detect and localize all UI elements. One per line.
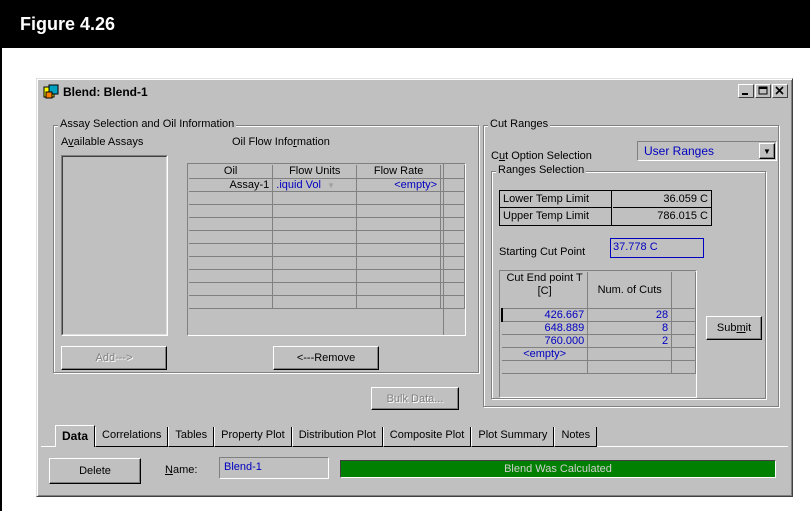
cut-ranges-legend: Cut Ranges bbox=[488, 118, 551, 130]
table-row[interactable]: <empty> bbox=[502, 347, 696, 361]
cut-option-dropdown[interactable]: User Ranges ▼ bbox=[637, 141, 777, 161]
maximize-icon bbox=[758, 86, 768, 95]
cut-end-cell[interactable]: <empty> bbox=[502, 347, 589, 361]
tab-plot-summary[interactable]: Plot Summary bbox=[471, 427, 555, 447]
available-assays-label: Available Assays bbox=[61, 136, 144, 148]
add-button[interactable]: Add---> bbox=[61, 346, 167, 370]
col-header-num-cuts: Num. of Cuts bbox=[587, 272, 673, 309]
name-label: Name: bbox=[165, 464, 198, 476]
cut-end-cell[interactable] bbox=[502, 360, 589, 374]
table-row[interactable]: Assay-1 .iquid Vol ▼ <empty> bbox=[189, 178, 465, 192]
table-row[interactable] bbox=[189, 230, 465, 244]
starting-cut-label: Starting Cut Point bbox=[499, 246, 586, 258]
tab-notes[interactable]: Notes bbox=[554, 427, 598, 447]
dropdown-arrow-icon: ▼ bbox=[326, 180, 335, 190]
num-cuts-cell[interactable] bbox=[587, 360, 673, 374]
tab-correlations[interactable]: Correlations bbox=[95, 427, 169, 447]
tab-data[interactable]: Data bbox=[55, 425, 96, 447]
submit-button[interactable]: Sub m it bbox=[706, 316, 762, 340]
table-row[interactable] bbox=[189, 295, 465, 309]
table-row[interactable] bbox=[502, 360, 696, 374]
ranges-selection-group: Ranges Selection Lower Temp Limit 36.059… bbox=[491, 164, 766, 399]
oil-flow-table[interactable]: Oil Flow Units Flow Rate Assay-1 .iquid … bbox=[187, 163, 466, 336]
cut-option-value: User Ranges bbox=[644, 144, 715, 158]
tab-composite-plot[interactable]: Composite Plot bbox=[382, 427, 472, 447]
col-header-flow-rate: Flow Rate bbox=[356, 165, 442, 179]
table-row[interactable]: 760.000 2 bbox=[502, 334, 696, 348]
minimize-button[interactable] bbox=[738, 84, 754, 98]
bulk-data-button[interactable]: Bulk Data... bbox=[371, 387, 459, 410]
table-row[interactable]: 426.667 28 bbox=[501, 308, 696, 322]
col-header-oil: Oil bbox=[189, 165, 274, 179]
num-cuts-cell[interactable]: 28 bbox=[587, 308, 673, 322]
table-row[interactable] bbox=[189, 282, 465, 296]
name-input[interactable]: Blend-1 bbox=[219, 457, 329, 479]
table-scroll-column bbox=[443, 164, 465, 335]
figure-header: Figure 4.26 bbox=[0, 0, 810, 48]
upper-temp-label: Upper Temp Limit bbox=[500, 208, 612, 225]
blend-window: Blend: Blend-1 Assay Selection and Oil I… bbox=[36, 78, 793, 497]
figure-title: Figure 4.26 bbox=[20, 14, 116, 34]
cut-points-table[interactable]: Cut End point T [C] Num. of Cuts 426.667… bbox=[499, 270, 697, 398]
col-header-cut-end-point: Cut End point T [C] bbox=[502, 272, 589, 309]
tab-property-plot[interactable]: Property Plot bbox=[214, 427, 292, 447]
minimize-icon bbox=[742, 93, 748, 95]
starting-cut-input[interactable]: 37.778 C bbox=[610, 238, 704, 258]
cut-ranges-group: Cut Ranges Cut Option Selection User Ran… bbox=[483, 118, 779, 407]
name-value: Blend-1 bbox=[224, 461, 262, 473]
flow-rate-cell[interactable]: <empty> bbox=[356, 178, 442, 192]
table-row[interactable] bbox=[189, 256, 465, 270]
table-row[interactable]: 648.889 8 bbox=[502, 321, 696, 335]
num-cuts-cell[interactable] bbox=[587, 347, 673, 361]
lower-temp-value: 36.059 C bbox=[613, 191, 711, 208]
assay-selection-group: Assay Selection and Oil Information Avai… bbox=[53, 118, 479, 373]
temp-limits-box: Lower Temp Limit 36.059 C Upper Temp Lim… bbox=[499, 190, 712, 226]
dropdown-arrow-button[interactable]: ▼ bbox=[759, 143, 775, 159]
table-row[interactable] bbox=[189, 191, 465, 205]
num-cuts-cell[interactable]: 2 bbox=[587, 334, 673, 348]
oil-flow-info-label: Oil Flow Information bbox=[232, 136, 330, 148]
cut-option-label: Cut Option Selection bbox=[491, 150, 592, 162]
delete-button[interactable]: Delete bbox=[49, 458, 141, 484]
available-assays-list[interactable] bbox=[61, 155, 168, 336]
table-row[interactable] bbox=[189, 243, 465, 257]
dropdown-arrow-icon: ▼ bbox=[763, 146, 771, 156]
cut-end-cell[interactable]: 760.000 bbox=[502, 334, 589, 348]
oil-cell[interactable]: Assay-1 bbox=[189, 178, 274, 192]
blend-icon bbox=[43, 84, 59, 99]
window-title: Blend: Blend-1 bbox=[63, 85, 148, 99]
tab-strip: Data Correlations Tables Property Plot D… bbox=[55, 425, 598, 447]
cut-end-cell[interactable]: 648.889 bbox=[502, 321, 589, 335]
close-icon bbox=[775, 86, 784, 95]
table-row[interactable] bbox=[189, 204, 465, 218]
num-cuts-cell[interactable]: 8 bbox=[587, 321, 673, 335]
maximize-button[interactable] bbox=[755, 84, 771, 98]
table-row[interactable] bbox=[189, 217, 465, 231]
lower-temp-label: Lower Temp Limit bbox=[500, 191, 612, 208]
tab-distribution-plot[interactable]: Distribution Plot bbox=[291, 427, 383, 447]
close-button[interactable] bbox=[772, 84, 788, 98]
title-bar[interactable]: Blend: Blend-1 bbox=[39, 81, 790, 103]
col-header-flow-units: Flow Units bbox=[272, 165, 358, 179]
assay-selection-legend: Assay Selection and Oil Information bbox=[58, 118, 237, 130]
status-bar: Blend Was Calculated bbox=[340, 460, 776, 478]
flow-units-cell[interactable]: .iquid Vol ▼ bbox=[272, 178, 358, 192]
table-row[interactable] bbox=[189, 269, 465, 283]
cut-end-cell[interactable]: 426.667 bbox=[501, 308, 589, 322]
upper-temp-value: 786.015 C bbox=[657, 210, 708, 222]
tab-tables[interactable]: Tables bbox=[168, 427, 215, 447]
ranges-selection-legend: Ranges Selection bbox=[496, 164, 587, 176]
remove-button[interactable]: <---Remove bbox=[273, 346, 379, 370]
